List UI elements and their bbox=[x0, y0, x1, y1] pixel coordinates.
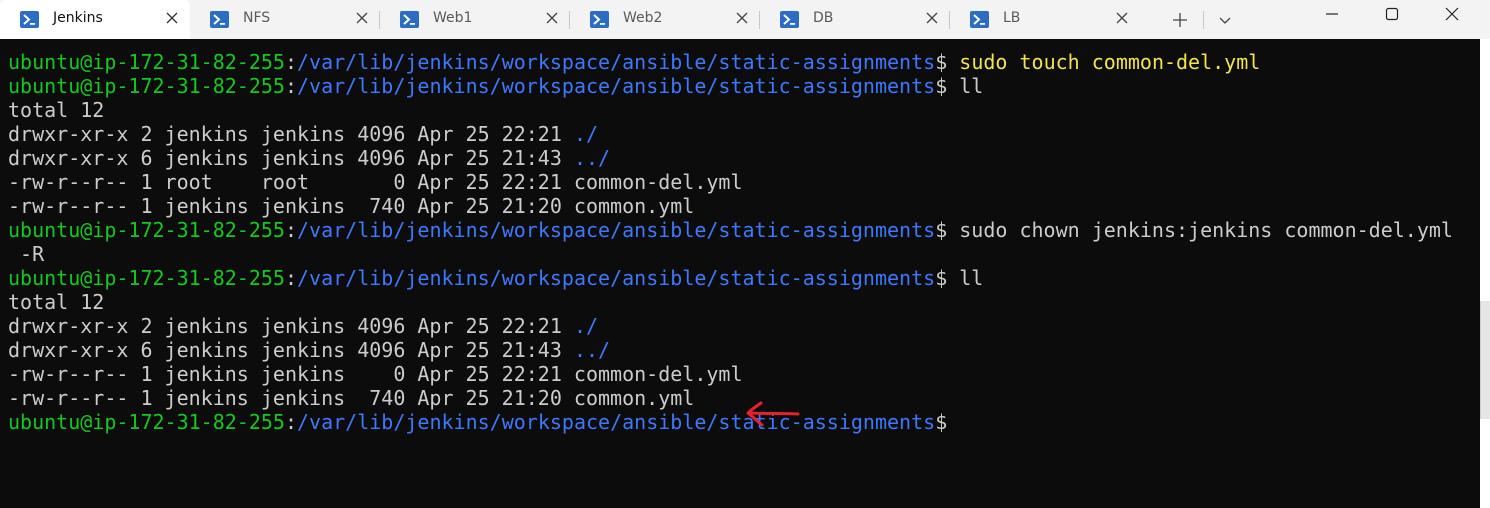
tab-lb[interactable]: LB bbox=[950, 0, 1140, 39]
tab-label: Web2 bbox=[623, 10, 663, 26]
window-close-icon bbox=[1445, 7, 1459, 21]
tab-label: NFS bbox=[243, 10, 271, 26]
tab-label: Jenkins bbox=[53, 10, 103, 26]
powershell-icon bbox=[400, 11, 419, 28]
terminal-line: -R bbox=[8, 242, 1453, 266]
terminal-line: ubuntu@ip-172-31-82-255:/var/lib/jenkins… bbox=[8, 410, 1453, 434]
output-text: total 12 bbox=[8, 98, 105, 122]
background-window-edge bbox=[1480, 39, 1490, 508]
directory-name: ../ bbox=[573, 338, 611, 362]
powershell-icon bbox=[20, 11, 39, 28]
output-text: $ bbox=[935, 50, 960, 74]
tab-label: Web1 bbox=[433, 10, 473, 26]
prompt-user: ubuntu@ip-172-31-82-255 bbox=[8, 410, 285, 434]
tab-db[interactable]: DB bbox=[760, 0, 950, 39]
terminal-line: ubuntu@ip-172-31-82-255:/var/lib/jenkins… bbox=[8, 218, 1453, 242]
tab-jenkins[interactable]: Jenkins bbox=[0, 0, 190, 39]
close-icon[interactable] bbox=[354, 10, 370, 26]
prompt-path: /var/lib/jenkins/workspace/ansible/stati… bbox=[297, 266, 936, 290]
output-text: $ ll bbox=[935, 266, 984, 290]
powershell-icon bbox=[970, 11, 989, 28]
new-tab-button[interactable] bbox=[1160, 0, 1200, 39]
output-text: total 12 bbox=[8, 290, 105, 314]
tab-web2[interactable]: Web2 bbox=[570, 0, 760, 39]
terminal-line: drwxr-xr-x 2 jenkins jenkins 4096 Apr 25… bbox=[8, 122, 1453, 146]
terminal-line: -rw-r--r-- 1 jenkins jenkins 740 Apr 25 … bbox=[8, 194, 1453, 218]
close-icon[interactable] bbox=[734, 10, 750, 26]
command-text: sudo touch common-del.yml bbox=[959, 50, 1261, 74]
tab-label: LB bbox=[1003, 10, 1021, 26]
terminal-pane[interactable]: ubuntu@ip-172-31-82-255:/var/lib/jenkins… bbox=[0, 39, 1480, 508]
output-text: -rw-r--r-- 1 root root 0 Apr 25 22:21 co… bbox=[8, 170, 743, 194]
terminal-line: -rw-r--r-- 1 root root 0 Apr 25 22:21 co… bbox=[8, 170, 1453, 194]
output-text: : bbox=[284, 266, 297, 290]
output-text: -rw-r--r-- 1 jenkins jenkins 740 Apr 25 … bbox=[8, 386, 695, 410]
prompt-user: ubuntu@ip-172-31-82-255 bbox=[8, 74, 285, 98]
output-text: drwxr-xr-x 6 jenkins jenkins 4096 Apr 25… bbox=[8, 338, 574, 362]
terminal-line: ubuntu@ip-172-31-82-255:/var/lib/jenkins… bbox=[8, 50, 1453, 74]
minimize-icon bbox=[1326, 13, 1338, 15]
prompt-path: /var/lib/jenkins/workspace/ansible/stati… bbox=[297, 218, 936, 242]
output-text: drwxr-xr-x 6 jenkins jenkins 4096 Apr 25… bbox=[8, 146, 574, 170]
terminal-line: drwxr-xr-x 6 jenkins jenkins 4096 Apr 25… bbox=[8, 146, 1453, 170]
output-text: drwxr-xr-x 2 jenkins jenkins 4096 Apr 25… bbox=[8, 122, 574, 146]
terminal-line: -rw-r--r-- 1 jenkins jenkins 0 Apr 25 22… bbox=[8, 362, 1453, 386]
prompt-user: ubuntu@ip-172-31-82-255 bbox=[8, 218, 285, 242]
prompt-user: ubuntu@ip-172-31-82-255 bbox=[8, 266, 285, 290]
chevron-down-icon bbox=[1219, 17, 1231, 24]
terminal-line: drwxr-xr-x 2 jenkins jenkins 4096 Apr 25… bbox=[8, 314, 1453, 338]
output-text: : bbox=[284, 74, 297, 98]
directory-name: ../ bbox=[573, 146, 611, 170]
prompt-path: /var/lib/jenkins/workspace/ansible/stati… bbox=[297, 410, 936, 434]
terminal-line: total 12 bbox=[8, 290, 1453, 314]
maximize-button[interactable] bbox=[1370, 0, 1414, 28]
plus-icon bbox=[1173, 12, 1187, 27]
output-text: $ sudo chown jenkins:jenkins common-del.… bbox=[935, 218, 1453, 242]
close-icon[interactable] bbox=[924, 10, 940, 26]
terminal-output: ubuntu@ip-172-31-82-255:/var/lib/jenkins… bbox=[8, 50, 1453, 434]
tab-label: DB bbox=[813, 10, 834, 26]
output-text: -rw-r--r-- 1 jenkins jenkins 740 Apr 25 … bbox=[8, 194, 695, 218]
output-text: drwxr-xr-x 2 jenkins jenkins 4096 Apr 25… bbox=[8, 314, 574, 338]
terminal-line: drwxr-xr-x 6 jenkins jenkins 4096 Apr 25… bbox=[8, 338, 1453, 362]
powershell-icon bbox=[780, 11, 799, 28]
output-text: : bbox=[284, 410, 297, 434]
output-text: -R bbox=[8, 242, 45, 266]
tab-dropdown-button[interactable] bbox=[1206, 0, 1244, 39]
output-text: $ bbox=[935, 410, 948, 434]
output-text: $ ll bbox=[935, 74, 984, 98]
tab-divider bbox=[1203, 11, 1204, 29]
close-icon[interactable] bbox=[164, 10, 180, 26]
maximize-icon bbox=[1385, 7, 1399, 21]
tab-bar: Jenkins NFS Web1 Web2 DB LB bbox=[0, 0, 1490, 39]
prompt-user: ubuntu@ip-172-31-82-255 bbox=[8, 50, 285, 74]
minimize-button[interactable] bbox=[1310, 0, 1354, 28]
terminal-line: ubuntu@ip-172-31-82-255:/var/lib/jenkins… bbox=[8, 74, 1453, 98]
background-window-peek bbox=[1480, 301, 1490, 419]
red-arrow-annotation bbox=[746, 401, 800, 427]
directory-name: ./ bbox=[573, 122, 599, 146]
tab-web1[interactable]: Web1 bbox=[380, 0, 570, 39]
tab-nfs[interactable]: NFS bbox=[190, 0, 380, 39]
prompt-path: /var/lib/jenkins/workspace/ansible/stati… bbox=[297, 74, 936, 98]
directory-name: ./ bbox=[573, 314, 599, 338]
prompt-path: /var/lib/jenkins/workspace/ansible/stati… bbox=[297, 50, 936, 74]
terminal-line: ubuntu@ip-172-31-82-255:/var/lib/jenkins… bbox=[8, 266, 1453, 290]
close-icon[interactable] bbox=[544, 10, 560, 26]
powershell-icon bbox=[590, 11, 609, 28]
powershell-icon bbox=[210, 11, 229, 28]
close-icon[interactable] bbox=[1114, 10, 1130, 26]
terminal-line: -rw-r--r-- 1 jenkins jenkins 740 Apr 25 … bbox=[8, 386, 1453, 410]
window-close-button[interactable] bbox=[1430, 0, 1474, 28]
output-text: : bbox=[284, 50, 297, 74]
output-text: -rw-r--r-- 1 jenkins jenkins 0 Apr 25 22… bbox=[8, 362, 743, 386]
terminal-line: total 12 bbox=[8, 98, 1453, 122]
output-text: : bbox=[284, 218, 297, 242]
